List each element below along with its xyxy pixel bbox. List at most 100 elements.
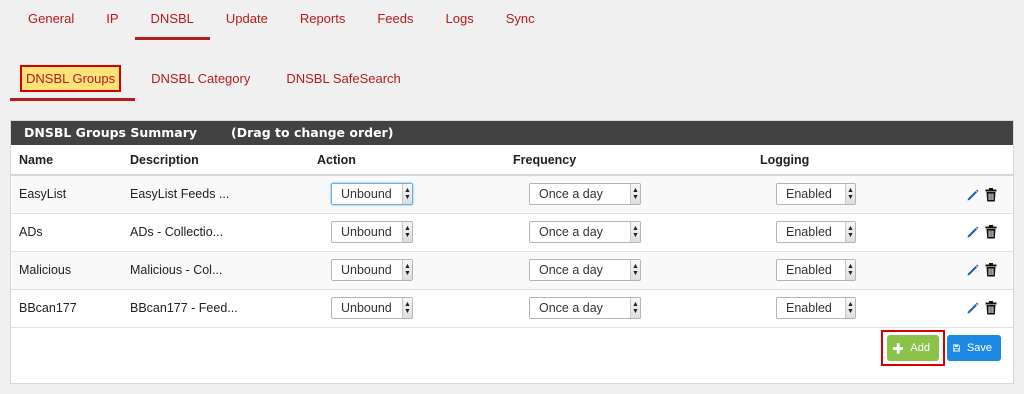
logging-select-value: Enabled (786, 225, 832, 239)
row-logging-cell: Enabled ▲ ▼ (752, 251, 917, 290)
panel-title: DNSBL Groups Summary (24, 125, 198, 140)
sub-tab-dnsbl-groups-wrap: DNSBL Groups (10, 62, 136, 101)
trash-icon[interactable] (983, 301, 997, 315)
header-description: Description (122, 145, 309, 176)
header-actions (917, 145, 1013, 176)
sub-tab-dnsbl-safesearch-wrap: DNSBL SafeSearch (270, 62, 420, 101)
table-header-row: Name Description Action Frequency Loggin… (11, 145, 1013, 176)
sub-tab-dnsbl-category[interactable]: DNSBL Category (145, 71, 256, 86)
action-select-value: Unbound (341, 263, 392, 277)
header-name: Name (11, 145, 122, 176)
save-button[interactable]: Save (947, 335, 1001, 361)
tab-ip[interactable]: IP (90, 0, 134, 40)
logging-select[interactable]: Enabled ▲ ▼ (776, 259, 856, 281)
frequency-select[interactable]: Once a day ▲ ▼ (529, 221, 641, 243)
row-action-cell: Unbound ▲ ▼ (309, 289, 505, 328)
select-arrows-icon: ▲ ▼ (630, 260, 640, 280)
select-arrows-icon: ▲ ▼ (402, 298, 412, 318)
action-select[interactable]: Unbound ▲ ▼ (331, 259, 413, 281)
row-logging-cell: Enabled ▲ ▼ (752, 213, 917, 252)
header-frequency: Frequency (505, 145, 752, 176)
frequency-select-value: Once a day (539, 301, 603, 315)
panel-footer: Add Save (881, 330, 1001, 366)
save-button-label: Save (966, 342, 992, 354)
table-row[interactable]: ADs ADs - Collectio... Unbound ▲ ▼ Once a … (11, 213, 1013, 252)
pencil-icon[interactable] (966, 225, 980, 239)
row-action-cell: Unbound ▲ ▼ (309, 251, 505, 290)
select-arrows-icon: ▲ ▼ (845, 260, 855, 280)
frequency-select-value: Once a day (539, 225, 603, 239)
action-select-value: Unbound (341, 187, 392, 202)
row-actions-cell (917, 213, 1013, 252)
action-select-value: Unbound (341, 301, 392, 315)
trash-icon[interactable] (983, 263, 997, 277)
dnsbl-groups-panel: DNSBL Groups Summary (Drag to change orde… (10, 120, 1014, 384)
row-description: EasyList Feeds ... (122, 175, 309, 214)
frequency-select[interactable]: Once a day ▲ ▼ (529, 183, 641, 206)
tab-dnsbl[interactable]: DNSBL (134, 0, 211, 40)
sub-tab-dnsbl-safesearch[interactable]: DNSBL SafeSearch (280, 71, 406, 86)
pencil-icon[interactable] (966, 301, 980, 315)
tab-general[interactable]: General (12, 0, 90, 40)
row-action-cell: Unbound ▲ ▼ (309, 213, 505, 252)
row-name: EasyList (11, 175, 122, 214)
row-name: ADs (11, 213, 122, 252)
frequency-select-value: Once a day (539, 187, 603, 202)
select-arrows-icon: ▲ ▼ (630, 298, 640, 318)
action-select[interactable]: Unbound ▲ ▼ (331, 221, 413, 243)
action-select[interactable]: Unbound ▲ ▼ (331, 297, 413, 319)
frequency-select[interactable]: Once a day ▲ ▼ (529, 259, 641, 281)
row-action-cell: Unbound ▲ ▼ (309, 175, 505, 214)
table-row[interactable]: EasyList EasyList Feeds ... Unbound ▲ ▼ On… (11, 175, 1013, 214)
row-description: Malicious - Col... (122, 251, 309, 290)
row-frequency-cell: Once a day ▲ ▼ (505, 289, 752, 328)
row-description: ADs - Collectio... (122, 213, 309, 252)
header-action: Action (309, 145, 505, 176)
action-select[interactable]: Unbound ▲ ▼ (331, 183, 413, 206)
logging-select[interactable]: Enabled ▲ ▼ (776, 297, 856, 319)
tab-update[interactable]: Update (210, 0, 284, 40)
tab-sync[interactable]: Sync (490, 0, 551, 40)
row-actions-cell (917, 289, 1013, 328)
logging-select-value: Enabled (786, 263, 832, 277)
groups-table: Name Description Action Frequency Loggin… (11, 145, 1013, 328)
pencil-icon[interactable] (966, 263, 980, 277)
tab-feeds[interactable]: Feeds (361, 0, 429, 40)
logging-select-value: Enabled (786, 301, 832, 315)
add-button[interactable]: Add (887, 335, 939, 361)
sub-nav: DNSBL Groups DNSBL Category DNSBL SafeSe… (10, 62, 421, 101)
top-nav: General IP DNSBL Update Reports Feeds Lo… (12, 0, 551, 40)
trash-icon[interactable] (983, 187, 997, 202)
logging-select[interactable]: Enabled ▲ ▼ (776, 221, 856, 243)
row-actions-cell (917, 175, 1013, 214)
row-frequency-cell: Once a day ▲ ▼ (505, 251, 752, 290)
row-logging-cell: Enabled ▲ ▼ (752, 175, 917, 214)
panel-subtitle: (Drag to change order) (231, 125, 394, 140)
select-arrows-icon: ▲ ▼ (402, 260, 412, 280)
row-description: BBcan177 - Feed... (122, 289, 309, 328)
row-logging-cell: Enabled ▲ ▼ (752, 289, 917, 328)
tab-logs[interactable]: Logs (430, 0, 490, 40)
table-row[interactable]: Malicious Malicious - Col... Unbound ▲ ▼ O… (11, 251, 1013, 290)
tab-reports[interactable]: Reports (284, 0, 362, 40)
row-name: BBcan177 (11, 289, 122, 328)
panel-heading: DNSBL Groups Summary (Drag to change orde… (11, 121, 1013, 145)
trash-icon[interactable] (983, 225, 997, 239)
table-row[interactable]: BBcan177 BBcan177 - Feed... Unbound ▲ ▼ On… (11, 289, 1013, 328)
action-select-value: Unbound (341, 225, 392, 239)
select-arrows-icon: ▲ ▼ (845, 298, 855, 318)
frequency-select[interactable]: Once a day ▲ ▼ (529, 297, 641, 319)
plus-icon (893, 342, 904, 354)
select-arrows-icon: ▲ ▼ (845, 184, 855, 205)
sub-tab-dnsbl-category-wrap: DNSBL Category (135, 62, 270, 101)
pencil-icon[interactable] (966, 188, 980, 202)
add-button-label: Add (910, 342, 930, 354)
logging-select[interactable]: Enabled ▲ ▼ (776, 183, 856, 206)
select-arrows-icon: ▲ ▼ (630, 184, 640, 205)
sub-tab-dnsbl-groups[interactable]: DNSBL Groups (20, 65, 122, 92)
row-actions-cell (917, 251, 1013, 290)
frequency-select-value: Once a day (539, 263, 603, 277)
select-arrows-icon: ▲ ▼ (630, 222, 640, 242)
row-frequency-cell: Once a day ▲ ▼ (505, 213, 752, 252)
select-arrows-icon: ▲ ▼ (402, 184, 412, 205)
